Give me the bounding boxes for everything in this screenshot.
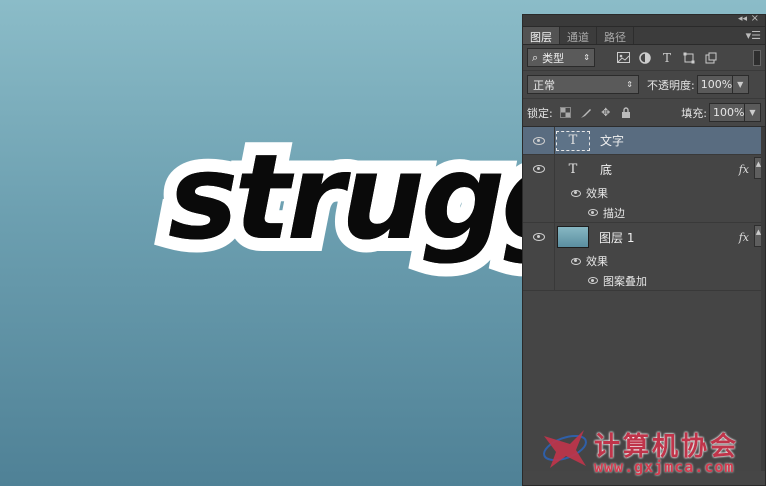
layer-row-layer-1[interactable]: 图层 1 fx ▲ — [523, 223, 765, 251]
effect-pattern-overlay-row[interactable]: 图案叠加 — [523, 271, 765, 291]
blend-mode-value: 正常 — [533, 78, 555, 92]
filter-kind-select[interactable]: ⌕ 类型 ⇕ — [527, 48, 595, 67]
layer-name[interactable]: 底 — [600, 161, 612, 178]
updown-arrow-icon: ⇕ — [626, 80, 633, 89]
type-filter-icon[interactable]: T — [659, 50, 675, 66]
text-layer-thumbnail-icon: T — [556, 130, 590, 151]
filter-kind-label: 类型 — [542, 51, 565, 65]
lock-transparent-pixels-icon[interactable] — [559, 106, 573, 120]
text-layer-thumbnail-icon: T — [568, 161, 578, 177]
shape-filter-icon[interactable] — [681, 50, 697, 66]
visibility-eye-icon[interactable] — [588, 209, 598, 216]
panel-title-bar[interactable]: ◂◂ × — [523, 13, 765, 27]
filter-toggle-switch[interactable] — [753, 49, 761, 66]
opacity-input[interactable]: 100% — [696, 75, 733, 94]
collapse-panel-icon[interactable]: ◂◂ — [738, 14, 747, 24]
fill-label: 填充: — [681, 106, 707, 120]
layer-name[interactable]: 图层 1 — [599, 229, 634, 246]
lock-all-icon[interactable] — [619, 106, 633, 120]
layer-thumbnail — [557, 226, 589, 248]
fx-icon[interactable]: fx — [739, 231, 749, 244]
fill-input[interactable]: 100% — [709, 103, 745, 122]
adjustment-filter-icon[interactable] — [637, 50, 653, 66]
visibility-eye-icon[interactable] — [571, 189, 581, 197]
panel-menu-icon[interactable]: ▾☰ — [746, 29, 761, 42]
lock-position-icon[interactable]: ✥ — [599, 106, 613, 120]
effects-label: 效果 — [586, 255, 608, 268]
updown-arrow-icon: ⇕ — [583, 53, 590, 62]
layer-row-base[interactable]: T 底 fx ▲ — [523, 155, 765, 183]
tab-paths[interactable]: 路径 — [597, 27, 634, 44]
watermark-url: www.gxjmca.com — [594, 458, 735, 476]
watermark: 计算机协会 www.gxjmca.com — [538, 420, 766, 486]
visibility-eye-icon[interactable] — [532, 233, 545, 241]
filter-row: ⌕ 类型 ⇕ T — [523, 45, 765, 71]
blend-row: 正常 ⇕ 不透明度: 100% ▼ — [523, 71, 765, 99]
search-icon: ⌕ — [532, 50, 539, 64]
visibility-eye-icon[interactable] — [571, 257, 581, 265]
fx-icon[interactable]: fx — [739, 163, 749, 176]
visibility-eye-icon[interactable] — [588, 277, 598, 284]
visibility-eye-icon[interactable] — [532, 165, 545, 173]
effect-name: 图案叠加 — [603, 274, 647, 288]
blend-mode-select[interactable]: 正常 ⇕ — [527, 75, 639, 94]
visibility-eye-icon[interactable] — [532, 136, 545, 145]
effect-stroke-row[interactable]: 描边 — [523, 203, 765, 223]
lock-row: 锁定: ✥ 填充: 100% ▼ — [523, 99, 765, 127]
lock-label: 锁定: — [527, 106, 553, 120]
effects-row[interactable]: 效果 — [523, 251, 765, 271]
effects-label: 效果 — [586, 187, 608, 200]
star-logo-icon — [543, 430, 587, 468]
tab-layers[interactable]: 图层 — [523, 27, 560, 44]
pixel-filter-icon[interactable] — [615, 50, 631, 66]
opacity-label: 不透明度: — [647, 78, 695, 92]
close-panel-icon[interactable]: × — [751, 13, 759, 24]
lock-image-pixels-icon[interactable] — [579, 106, 593, 120]
effects-row[interactable]: 效果 — [523, 183, 765, 203]
layers-panel: ◂◂ × 图层 通道 路径 ▾☰ ⌕ 类型 ⇕ T 正常 ⇕ 不透明度: 100… — [522, 13, 766, 486]
layer-row-text[interactable]: T 文字 — [523, 127, 765, 155]
layer-name[interactable]: 文字 — [600, 132, 624, 149]
smart-object-filter-icon[interactable] — [703, 50, 719, 66]
effect-name: 描边 — [603, 206, 625, 220]
panel-tabs: 图层 通道 路径 ▾☰ — [523, 27, 765, 45]
tab-channels[interactable]: 通道 — [560, 27, 597, 44]
fill-dropdown-icon[interactable]: ▼ — [745, 103, 761, 122]
opacity-dropdown-icon[interactable]: ▼ — [732, 75, 749, 94]
